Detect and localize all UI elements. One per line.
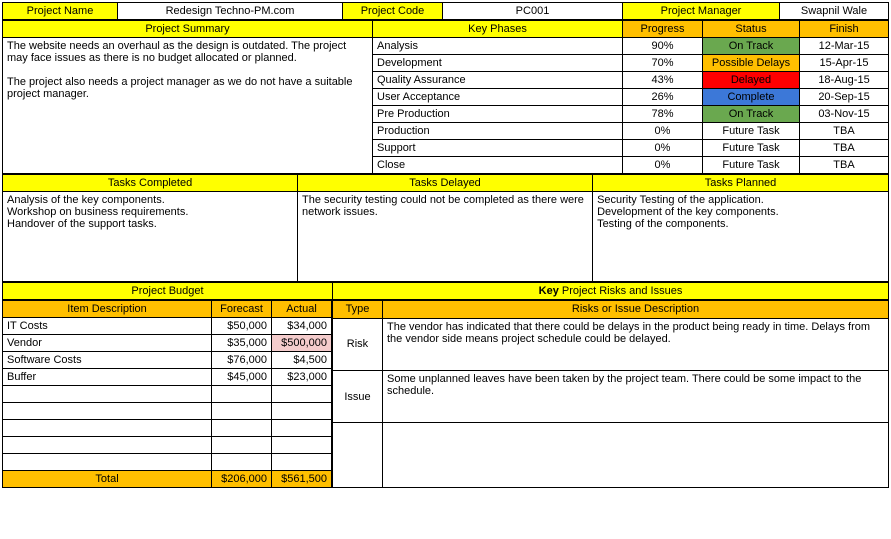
project-name-label: Project Name bbox=[3, 3, 118, 20]
phase-status: On Track bbox=[703, 106, 800, 123]
phase-finish: 15-Apr-15 bbox=[800, 55, 889, 72]
phase-name: Analysis bbox=[373, 38, 623, 55]
phase-finish: TBA bbox=[800, 123, 889, 140]
tasks-planned-text: Security Testing of the application. Dev… bbox=[593, 192, 889, 282]
total-label: Total bbox=[3, 471, 212, 488]
forecast-header: Forecast bbox=[212, 301, 272, 318]
status-header: Status bbox=[703, 21, 800, 38]
phase-progress: 26% bbox=[623, 89, 703, 106]
phase-name: Development bbox=[373, 55, 623, 72]
total-forecast: $206,000 bbox=[212, 471, 272, 488]
tasks-header-table: Tasks Completed Tasks Delayed Tasks Plan… bbox=[2, 174, 889, 282]
phase-status: Future Task bbox=[703, 157, 800, 174]
project-summary-text: The website needs an overhaul as the des… bbox=[3, 38, 373, 174]
risk-row bbox=[333, 423, 889, 488]
budget-risks-body: Item Description Forecast Actual IT Cost… bbox=[2, 300, 889, 488]
tasks-delayed-text: The security testing could not be comple… bbox=[298, 192, 593, 282]
phase-progress: 70% bbox=[623, 55, 703, 72]
risk-desc: The vendor has indicated that there coul… bbox=[383, 318, 889, 370]
phase-progress: 0% bbox=[623, 157, 703, 174]
phase-status: Complete bbox=[703, 89, 800, 106]
phase-progress: 78% bbox=[623, 106, 703, 123]
phase-finish: 18-Aug-15 bbox=[800, 72, 889, 89]
risk-row: Issue Some unplanned leaves have been ta… bbox=[333, 370, 889, 422]
risk-type: Issue bbox=[333, 370, 383, 422]
risks-table: Type Risks or Issue Description Risk The… bbox=[332, 300, 889, 488]
project-summary-header: Project Summary bbox=[3, 21, 373, 38]
project-name-value: Redesign Techno-PM.com bbox=[118, 3, 343, 20]
phase-progress: 0% bbox=[623, 140, 703, 157]
budget-row: Buffer $45,000 $23,000 bbox=[3, 369, 332, 386]
phase-finish: TBA bbox=[800, 157, 889, 174]
phase-finish: 12-Mar-15 bbox=[800, 38, 889, 55]
project-code-value: PC001 bbox=[443, 3, 623, 20]
phase-name: Quality Assurance bbox=[373, 72, 623, 89]
summary-phases-table: Project Summary Key Phases Progress Stat… bbox=[2, 20, 889, 174]
risks-header: Key Project Risks and Issues bbox=[333, 283, 889, 300]
budget-risks-header-table: Project Budget Key Project Risks and Iss… bbox=[2, 282, 889, 300]
project-manager-label: Project Manager bbox=[623, 3, 780, 20]
item-description-header: Item Description bbox=[3, 301, 212, 318]
tasks-delayed-header: Tasks Delayed bbox=[298, 175, 593, 192]
key-phases-header: Key Phases bbox=[373, 21, 623, 38]
phase-progress: 90% bbox=[623, 38, 703, 55]
project-budget-header: Project Budget bbox=[3, 283, 333, 300]
phase-progress: 43% bbox=[623, 72, 703, 89]
risk-row: Risk The vendor has indicated that there… bbox=[333, 318, 889, 370]
phase-progress: 0% bbox=[623, 123, 703, 140]
tasks-completed-header: Tasks Completed bbox=[3, 175, 298, 192]
header-table: Project Name Redesign Techno-PM.com Proj… bbox=[2, 2, 889, 20]
actual-header: Actual bbox=[272, 301, 332, 318]
phase-name: User Acceptance bbox=[373, 89, 623, 106]
phase-status: Possible Delays bbox=[703, 55, 800, 72]
budget-row: IT Costs $50,000 $34,000 bbox=[3, 318, 332, 335]
phase-name: Close bbox=[373, 157, 623, 174]
project-code-label: Project Code bbox=[343, 3, 443, 20]
risk-desc: Some unplanned leaves have been taken by… bbox=[383, 370, 889, 422]
budget-row: Vendor $35,000 $500,000 bbox=[3, 335, 332, 352]
budget-row: Software Costs $76,000 $4,500 bbox=[3, 352, 332, 369]
tasks-planned-header: Tasks Planned bbox=[593, 175, 889, 192]
phase-finish: 20-Sep-15 bbox=[800, 89, 889, 106]
progress-header: Progress bbox=[623, 21, 703, 38]
phase-name: Pre Production bbox=[373, 106, 623, 123]
phase-finish: 03-Nov-15 bbox=[800, 106, 889, 123]
phase-status: Future Task bbox=[703, 123, 800, 140]
phase-name: Support bbox=[373, 140, 623, 157]
phase-finish: TBA bbox=[800, 140, 889, 157]
type-header: Type bbox=[333, 301, 383, 319]
phase-status: On Track bbox=[703, 38, 800, 55]
project-manager-value: Swapnil Wale bbox=[780, 3, 889, 20]
budget-table: Item Description Forecast Actual IT Cost… bbox=[2, 300, 332, 488]
phase-status: Delayed bbox=[703, 72, 800, 89]
finish-header: Finish bbox=[800, 21, 889, 38]
total-actual: $561,500 bbox=[272, 471, 332, 488]
phase-name: Production bbox=[373, 123, 623, 140]
risk-desc-header: Risks or Issue Description bbox=[383, 301, 889, 319]
phase-status: Future Task bbox=[703, 140, 800, 157]
tasks-completed-text: Analysis of the key components. Workshop… bbox=[3, 192, 298, 282]
risk-type: Risk bbox=[333, 318, 383, 370]
